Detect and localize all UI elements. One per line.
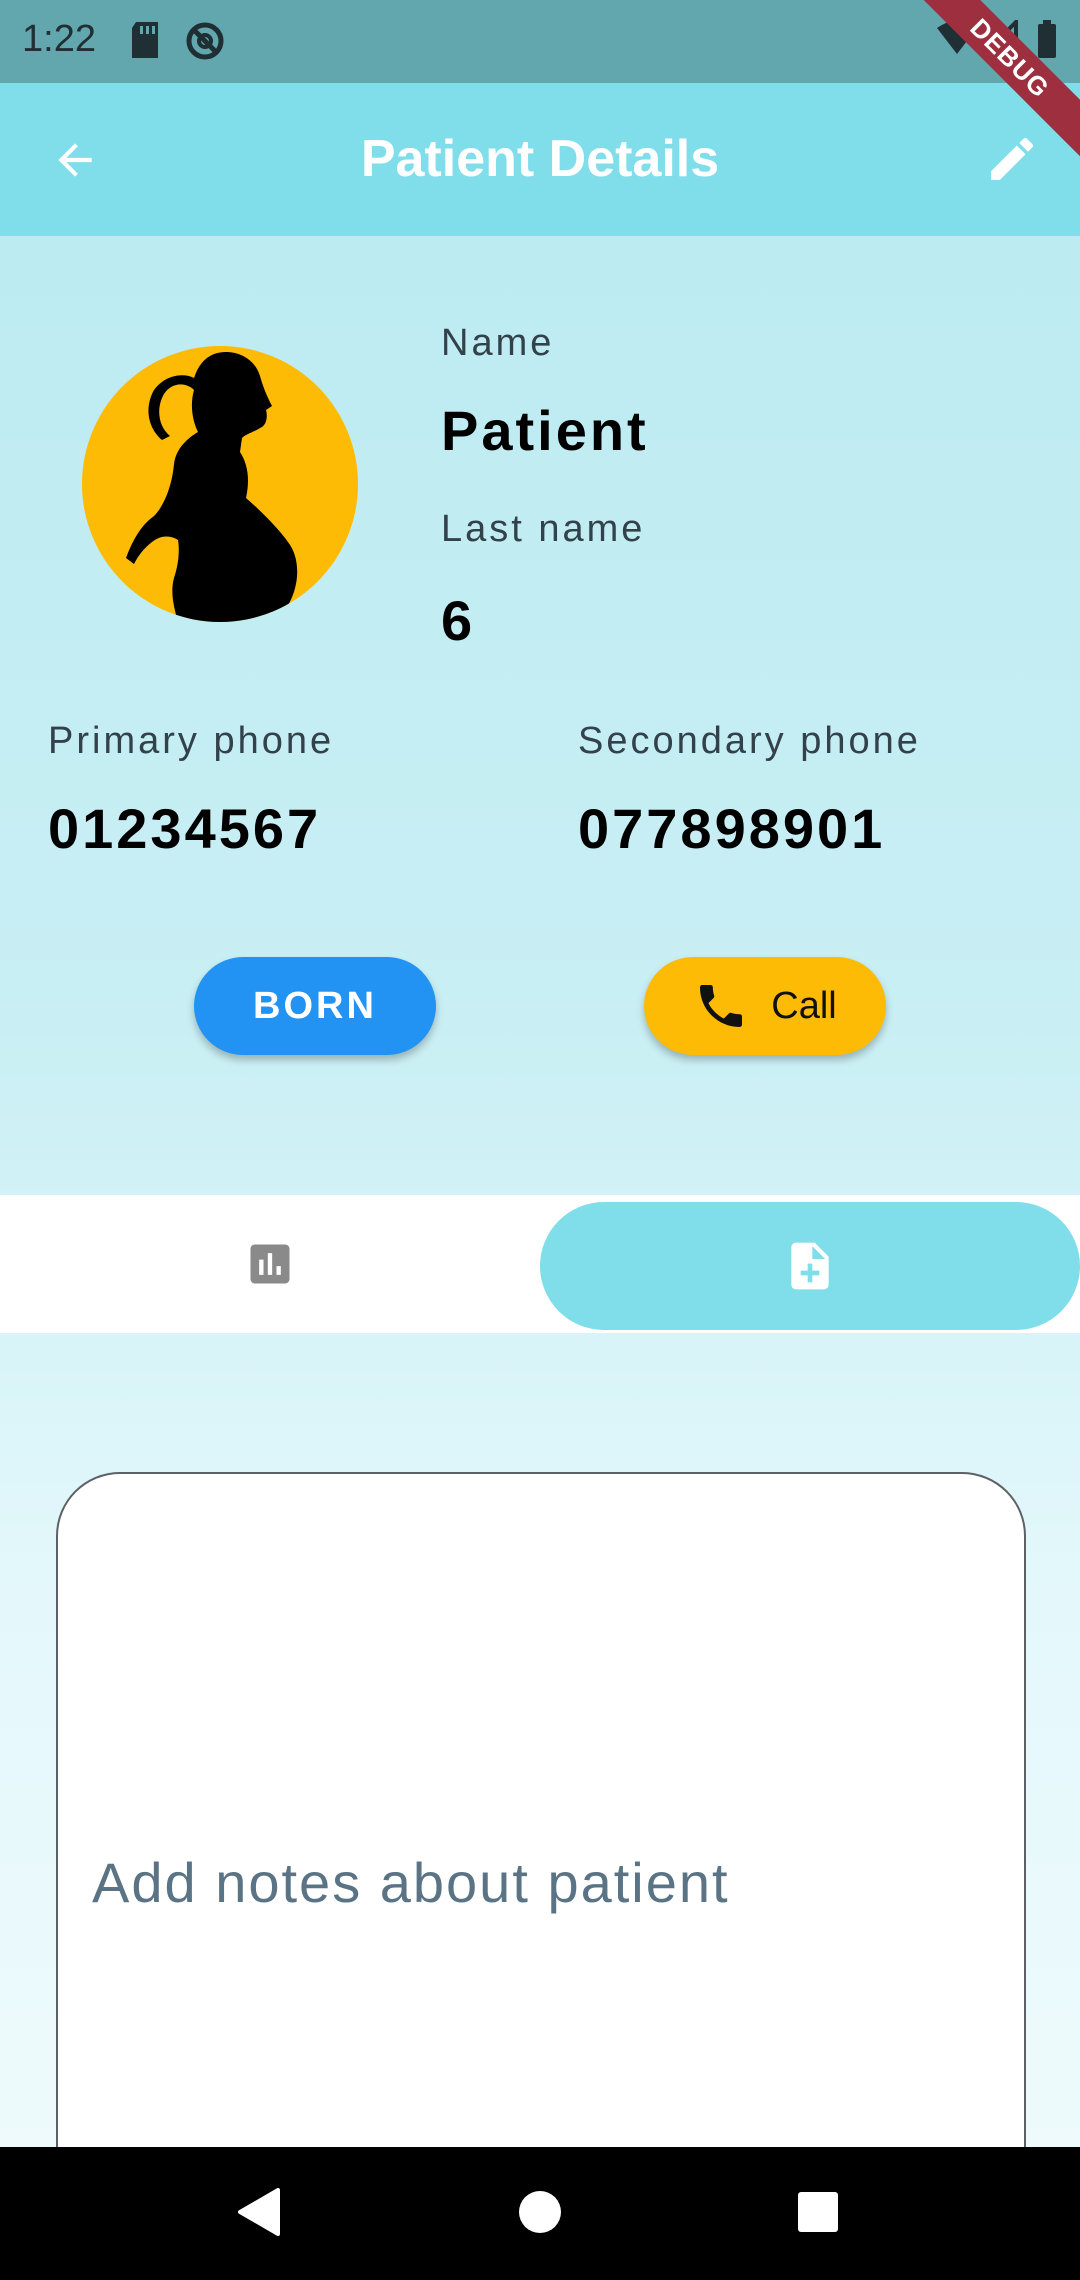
born-button-label: BORN [253,984,377,1027]
last-name-value: 6 [441,589,476,652]
call-button-label: Call [771,984,837,1027]
bar-chart-icon [250,1244,290,1284]
patient-avatar [82,346,358,622]
pencil-icon [991,137,1034,180]
tab-notes[interactable] [540,1202,1080,1330]
app-bar: Patient Details [0,83,1080,236]
nav-home-button[interactable] [518,2187,562,2241]
primary-phone-value: 01234567 [48,797,322,860]
wifi-icon [935,20,979,60]
tab-statistics[interactable] [0,1195,540,1333]
circle-home-icon [519,2191,561,2233]
secondary-phone-label: Secondary phone [578,720,921,762]
born-button[interactable]: BORN [194,957,436,1055]
edit-button[interactable] [984,131,1040,191]
notes-placeholder: Add notes about patient [92,1851,730,1914]
triangle-back-icon [238,2188,280,2236]
pregnant-woman-icon [126,352,298,622]
sd-card-icon [128,20,162,64]
battery-icon [1036,20,1058,64]
phone-icon [700,985,743,1027]
nav-back-button[interactable] [236,2187,282,2241]
name-label: Name [441,322,555,364]
status-time: 1:22 [22,18,96,60]
name-value: Patient [441,399,649,462]
note-add-icon [791,1242,829,1290]
system-nav-bar [0,2147,1080,2280]
last-name-label: Last name [441,508,646,550]
square-recents-icon [798,2192,838,2232]
secondary-phone-value: 077898901 [578,797,886,860]
primary-phone-label: Primary phone [48,720,335,762]
nav-recents-button[interactable] [796,2187,840,2241]
data-saver-icon [184,20,226,66]
call-button[interactable]: Call [644,957,886,1055]
tab-strip [0,1195,1080,1333]
page-title: Patient Details [360,130,720,188]
status-bar: 1:22 [0,0,1080,83]
signal-icon [979,17,1018,60]
notes-field[interactable]: Add notes about patient [56,1472,1026,2234]
